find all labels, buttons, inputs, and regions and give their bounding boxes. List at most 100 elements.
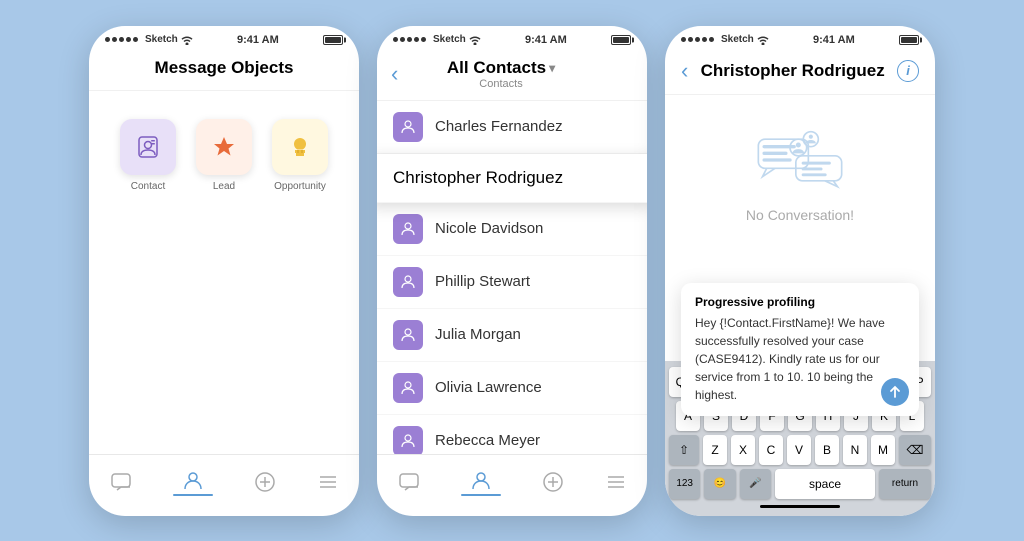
lead-icon bbox=[210, 133, 238, 161]
keyboard-row-3: ⇧ Z X C V B N M ⌫ bbox=[669, 435, 931, 465]
key-v[interactable]: V bbox=[787, 435, 811, 465]
add-nav-icon-2 bbox=[542, 471, 564, 493]
contacts-nav-icon bbox=[182, 469, 204, 491]
bottom-nav-2 bbox=[377, 454, 647, 516]
contact-avatar bbox=[393, 214, 423, 244]
keyboard-row-4: 123 😊 🎤 space return bbox=[669, 469, 931, 499]
key-return[interactable]: return bbox=[879, 469, 931, 499]
no-conversation-text: No Conversation! bbox=[746, 207, 854, 223]
key-mic[interactable]: 🎤 bbox=[740, 469, 771, 499]
nav-contacts-2[interactable] bbox=[449, 465, 513, 500]
shift-key[interactable]: ⇧ bbox=[669, 435, 699, 465]
key-z[interactable]: Z bbox=[703, 435, 727, 465]
status-bar-3: Sketch 9:41 AM bbox=[665, 26, 935, 50]
highlighted-contact-name: Christopher Rodriguez bbox=[393, 168, 563, 188]
battery-icon-3 bbox=[899, 35, 919, 45]
send-button[interactable] bbox=[881, 378, 909, 406]
signal-dot bbox=[112, 37, 117, 42]
nav-add-2[interactable] bbox=[530, 467, 576, 497]
contact-row[interactable]: Julia Morgan bbox=[377, 309, 647, 362]
phone-message-objects: Sketch 9:41 AM Message Objects bbox=[89, 26, 359, 516]
contact-avatar bbox=[393, 112, 423, 142]
menu-nav-icon-2 bbox=[605, 471, 627, 493]
info-button[interactable]: i bbox=[897, 60, 919, 82]
lead-label: Lead bbox=[213, 181, 235, 192]
page-title: Message Objects bbox=[105, 58, 343, 78]
lead-icon-box bbox=[196, 119, 252, 175]
key-123[interactable]: 123 bbox=[669, 469, 700, 499]
key-n[interactable]: N bbox=[843, 435, 867, 465]
message-bubble: Progressive profiling Hey {!Contact.Firs… bbox=[681, 283, 919, 416]
contact-person-icon bbox=[399, 379, 417, 397]
carrier-label-2: Sketch bbox=[433, 34, 466, 45]
nav-chat-2[interactable] bbox=[386, 467, 432, 497]
contact-row-highlighted[interactable]: Christopher Rodriguez bbox=[377, 154, 647, 203]
nav-menu[interactable] bbox=[305, 467, 351, 497]
chat-nav-icon-2 bbox=[398, 471, 420, 493]
contact-name: Olivia Lawrence bbox=[435, 379, 542, 396]
key-c[interactable]: C bbox=[759, 435, 783, 465]
contact-row[interactable]: Rebecca Meyer bbox=[377, 415, 647, 454]
opportunity-icon-item[interactable]: Opportunity bbox=[272, 119, 328, 192]
key-emoji[interactable]: 😊 bbox=[704, 469, 735, 499]
back-button[interactable]: ‹ bbox=[391, 61, 398, 87]
contact-person-icon bbox=[399, 326, 417, 344]
bubble-title: Progressive profiling bbox=[695, 295, 905, 309]
key-m[interactable]: M bbox=[871, 435, 895, 465]
time-display: 9:41 AM bbox=[237, 34, 279, 46]
time-display-2: 9:41 AM bbox=[525, 34, 567, 46]
phone-all-contacts: Sketch 9:41 AM ‹ All Contacts ▾ Contacts bbox=[377, 26, 647, 516]
key-b[interactable]: B bbox=[815, 435, 839, 465]
phone1-header: Message Objects bbox=[89, 50, 359, 91]
opportunity-icon bbox=[286, 133, 314, 161]
contact-name: Nicole Davidson bbox=[435, 220, 543, 237]
send-icon bbox=[888, 385, 902, 399]
bubble-text: Hey {!Contact.FirstName}! We have succes… bbox=[695, 314, 905, 404]
detail-header: ‹ Christopher Rodriguez i bbox=[665, 50, 935, 95]
key-space[interactable]: space bbox=[775, 469, 875, 499]
nav-contacts[interactable] bbox=[161, 465, 225, 500]
contacts-title: All Contacts ▾ bbox=[447, 58, 555, 78]
carrier-label: Sketch bbox=[145, 34, 178, 45]
opportunity-icon-box bbox=[272, 119, 328, 175]
contact-row[interactable]: Charles Fernandez bbox=[377, 101, 647, 154]
message-objects-grid: Contact Lead bbox=[89, 91, 359, 220]
lead-icon-item[interactable]: Lead bbox=[196, 119, 252, 192]
home-indicator bbox=[760, 505, 840, 508]
phones-container: Sketch 9:41 AM Message Objects bbox=[89, 26, 935, 516]
contacts-header: ‹ All Contacts ▾ Contacts bbox=[377, 50, 647, 101]
contacts-nav-icon-2 bbox=[470, 469, 492, 491]
contact-name: Rebecca Meyer bbox=[435, 432, 540, 449]
key-x[interactable]: X bbox=[731, 435, 755, 465]
contact-name: Julia Morgan bbox=[435, 326, 521, 343]
nav-chat[interactable] bbox=[98, 467, 144, 497]
bottom-nav-1 bbox=[89, 454, 359, 516]
contact-person-icon bbox=[399, 432, 417, 450]
wifi-icon bbox=[181, 35, 193, 45]
contact-label: Contact bbox=[131, 181, 165, 192]
chat-illustration bbox=[750, 125, 850, 195]
dropdown-chevron[interactable]: ▾ bbox=[549, 61, 555, 75]
nav-active-indicator-2 bbox=[461, 494, 501, 496]
nav-menu-2[interactable] bbox=[593, 467, 639, 497]
contact-person-icon bbox=[399, 220, 417, 238]
detail-title: Christopher Rodriguez bbox=[701, 61, 885, 81]
wifi-icon-3 bbox=[757, 35, 769, 45]
contacts-subtitle: Contacts bbox=[447, 78, 555, 90]
contact-row[interactable]: Phillip Stewart bbox=[377, 256, 647, 309]
signal-dot bbox=[105, 37, 110, 42]
contact-person-icon bbox=[399, 273, 417, 291]
phone-detail: Sketch 9:41 AM ‹ Christopher Rodriguez i bbox=[665, 26, 935, 516]
contact-icon-box bbox=[120, 119, 176, 175]
nav-active-indicator bbox=[173, 494, 213, 496]
delete-key[interactable]: ⌫ bbox=[899, 435, 931, 465]
carrier-label-3: Sketch bbox=[721, 34, 754, 45]
nav-add[interactable] bbox=[242, 467, 288, 497]
contact-row[interactable]: Olivia Lawrence bbox=[377, 362, 647, 415]
back-button-3[interactable]: ‹ bbox=[681, 58, 688, 84]
contact-row[interactable]: Nicole Davidson bbox=[377, 203, 647, 256]
battery-icon bbox=[323, 35, 343, 45]
opportunity-label: Opportunity bbox=[274, 181, 326, 192]
contact-icon-item[interactable]: Contact bbox=[120, 119, 176, 192]
add-nav-icon bbox=[254, 471, 276, 493]
